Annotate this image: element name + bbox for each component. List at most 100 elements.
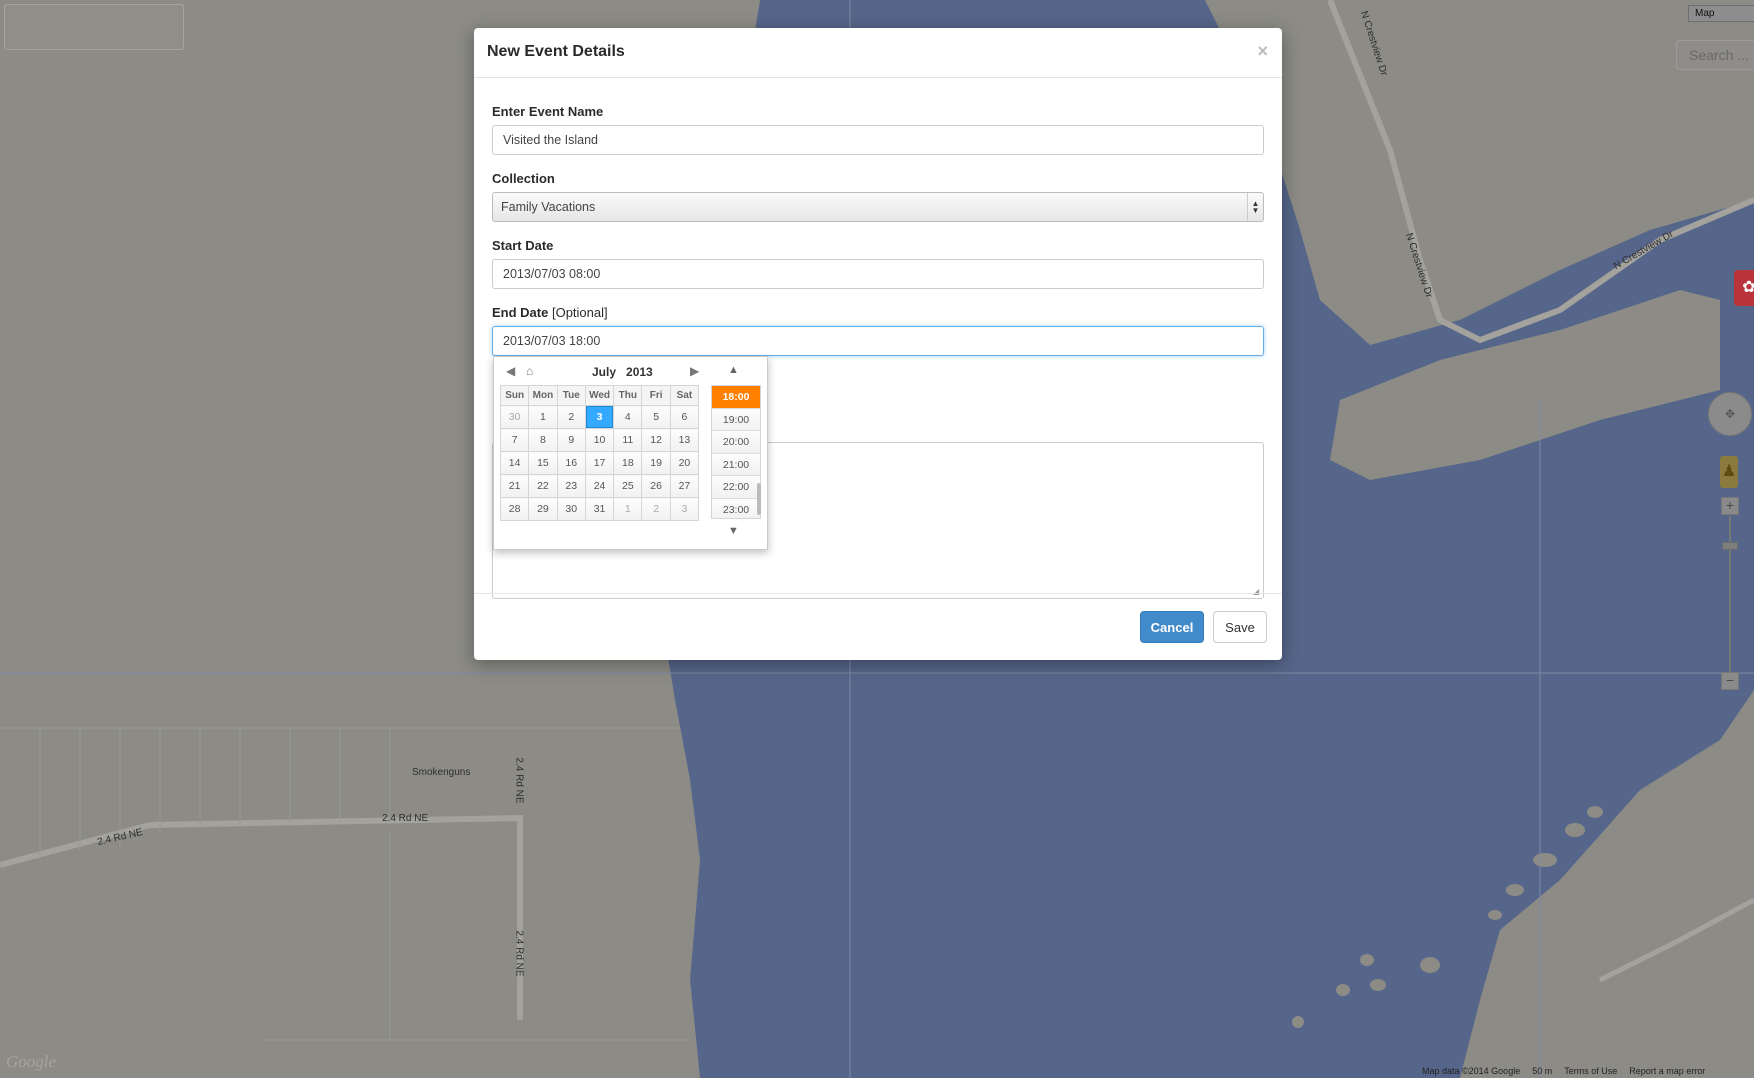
- calendar-day[interactable]: 15: [528, 451, 558, 475]
- start-date-group: Start Date 2013/07/03 08:00: [492, 238, 1264, 289]
- end-date-input[interactable]: 2013/07/03 18:00: [492, 326, 1264, 356]
- time-option[interactable]: 19:00: [712, 408, 760, 431]
- cancel-button[interactable]: Cancel: [1140, 611, 1204, 643]
- close-icon[interactable]: ×: [1257, 41, 1268, 62]
- calendar-day[interactable]: 20: [669, 451, 700, 475]
- calendar-day[interactable]: 10: [584, 428, 615, 452]
- next-month-icon[interactable]: ▶: [690, 364, 699, 378]
- calendar-week-row: 30 1 2 3 4 5 6: [499, 405, 700, 429]
- map-data-attribution: Map data ©2014 Google: [1422, 1066, 1521, 1076]
- calendar-day[interactable]: 23: [556, 474, 586, 498]
- home-icon[interactable]: ⌂: [526, 364, 533, 378]
- calendar-day[interactable]: 2: [641, 497, 671, 521]
- calendar-day-selected[interactable]: 3: [584, 405, 615, 429]
- calendar-week-row: 21 22 23 24 25 26 27: [499, 474, 700, 498]
- time-scroll-down-icon[interactable]: ▼: [728, 525, 739, 537]
- zoom-out-button[interactable]: −: [1721, 672, 1739, 690]
- time-column: ▲ 18:00 19:00 20:00 21:00 22:00 23:00 ▼: [709, 357, 763, 551]
- map-label-street: 2.4 Rd NE: [513, 757, 525, 804]
- modal-header: New Event Details ×: [474, 28, 1282, 78]
- collection-selected-value: Family Vacations: [501, 200, 596, 214]
- calendar-day[interactable]: 25: [613, 474, 643, 498]
- calendar-day[interactable]: 16: [556, 451, 586, 475]
- terms-link[interactable]: Terms of Use: [1564, 1066, 1617, 1078]
- calendar-day[interactable]: 22: [528, 474, 558, 498]
- calendar-body: 30 1 2 3 4 5 6 7 8 9 10 11 12 13 14 15 16 17 18 19 20 21 22 23 2…: [499, 405, 700, 521]
- calendar-day[interactable]: 3: [669, 497, 700, 521]
- zoom-in-button[interactable]: +: [1721, 497, 1739, 515]
- event-name-label: Enter Event Name: [492, 104, 604, 119]
- calendar-day[interactable]: 17: [584, 451, 615, 475]
- map-search-input[interactable]: Search ...: [1676, 40, 1754, 70]
- start-date-label: Start Date: [492, 238, 554, 253]
- save-button[interactable]: Save: [1213, 611, 1267, 643]
- time-option[interactable]: 22:00: [712, 476, 760, 499]
- calendar-day[interactable]: 4: [613, 405, 643, 429]
- modal-title: New Event Details: [487, 43, 625, 60]
- calendar-grid: Sun Mon Tue Wed Thu Fri Sat 30 1 2 3 4 5 6 7 8 9 10 11 12 1…: [499, 385, 700, 521]
- calendar-day[interactable]: 14: [499, 451, 530, 475]
- calendar-day[interactable]: 30: [556, 497, 586, 521]
- time-option[interactable]: 23:00: [712, 498, 760, 518]
- calendar-week-row: 14 15 16 17 18 19 20: [499, 451, 700, 475]
- calendar-day[interactable]: 18: [613, 451, 643, 475]
- map-cluster-icon[interactable]: ✿: [1734, 270, 1754, 306]
- map-label-place: Smokenguns: [412, 767, 471, 778]
- calendar-day[interactable]: 24: [584, 474, 615, 498]
- modal-footer: Cancel Save: [474, 593, 1282, 660]
- google-logo: Google: [6, 1052, 57, 1071]
- map-label-street: 2.4 Rd NE: [513, 930, 525, 977]
- calendar-day[interactable]: 11: [613, 428, 643, 452]
- time-option[interactable]: 20:00: [712, 431, 760, 454]
- pan-control-icon[interactable]: ✥: [1708, 392, 1752, 436]
- month-label[interactable]: July: [592, 365, 616, 379]
- calendar-day[interactable]: 28: [499, 497, 530, 521]
- weekday-header: Sat: [669, 385, 700, 406]
- time-list[interactable]: 18:00 19:00 20:00 21:00 22:00 23:00: [711, 385, 761, 519]
- calendar-day[interactable]: 8: [528, 428, 558, 452]
- calendar-day[interactable]: 6: [669, 405, 700, 429]
- collection-select[interactable]: Family Vacations ▲ ▼: [492, 192, 1264, 222]
- calendar-day[interactable]: 29: [528, 497, 558, 521]
- calendar-day[interactable]: 5: [641, 405, 671, 429]
- zoom-slider-handle[interactable]: [1722, 542, 1738, 550]
- map-footer: Map data ©2014 Google 50 m Terms of Use …: [1422, 1066, 1705, 1078]
- year-label[interactable]: 2013: [626, 365, 653, 379]
- zoom-slider-track[interactable]: [1729, 516, 1731, 672]
- datetime-picker: ◀ ⌂ July 2013 ▶ Sun Mon Tue Wed Thu Fri Sat 30 1…: [493, 356, 768, 550]
- calendar-day[interactable]: 7: [499, 428, 530, 452]
- calendar-day[interactable]: 21: [499, 474, 530, 498]
- calendar-day[interactable]: 2: [556, 405, 586, 429]
- map-scale: 50 m: [1532, 1066, 1553, 1076]
- time-scrollbar[interactable]: [757, 483, 761, 515]
- prev-month-icon[interactable]: ◀: [506, 364, 515, 378]
- calendar-day[interactable]: 12: [641, 428, 671, 452]
- map-info-box: [4, 4, 184, 50]
- end-date-label: End Date [Optional]: [492, 305, 1264, 320]
- time-scroll-up-icon[interactable]: ▲: [728, 364, 739, 376]
- report-error-link[interactable]: Report a map error: [1629, 1066, 1705, 1078]
- calendar-week-row: 7 8 9 10 11 12 13: [499, 428, 700, 452]
- end-date-group: End Date [Optional] 2013/07/03 18:00: [492, 305, 1264, 356]
- calendar-day[interactable]: 31: [584, 497, 615, 521]
- calendar-day[interactable]: 19: [641, 451, 671, 475]
- calendar-day[interactable]: 13: [669, 428, 700, 452]
- weekday-header: Sun: [499, 385, 530, 406]
- weekday-header: Fri: [641, 385, 671, 406]
- time-option-selected[interactable]: 18:00: [712, 386, 760, 409]
- calendar-day[interactable]: 1: [528, 405, 558, 429]
- start-date-input[interactable]: 2013/07/03 08:00: [492, 259, 1264, 289]
- map-label-street: 2.4 Rd NE: [382, 813, 429, 824]
- time-option[interactable]: 21:00: [712, 453, 760, 476]
- calendar-day[interactable]: 27: [669, 474, 700, 498]
- select-arrows-icon: ▲ ▼: [1247, 193, 1263, 221]
- calendar-day[interactable]: 9: [556, 428, 586, 452]
- calendar-day[interactable]: 26: [641, 474, 671, 498]
- street-view-pegman-icon[interactable]: ♟: [1720, 456, 1738, 488]
- calendar-day[interactable]: 1: [613, 497, 643, 521]
- event-name-input[interactable]: Visited the Island: [492, 125, 1264, 155]
- weekday-header: Wed: [584, 385, 615, 406]
- calendar-day[interactable]: 30: [499, 405, 530, 429]
- weekday-header: Thu: [613, 385, 643, 406]
- map-type-button[interactable]: Map: [1688, 5, 1754, 22]
